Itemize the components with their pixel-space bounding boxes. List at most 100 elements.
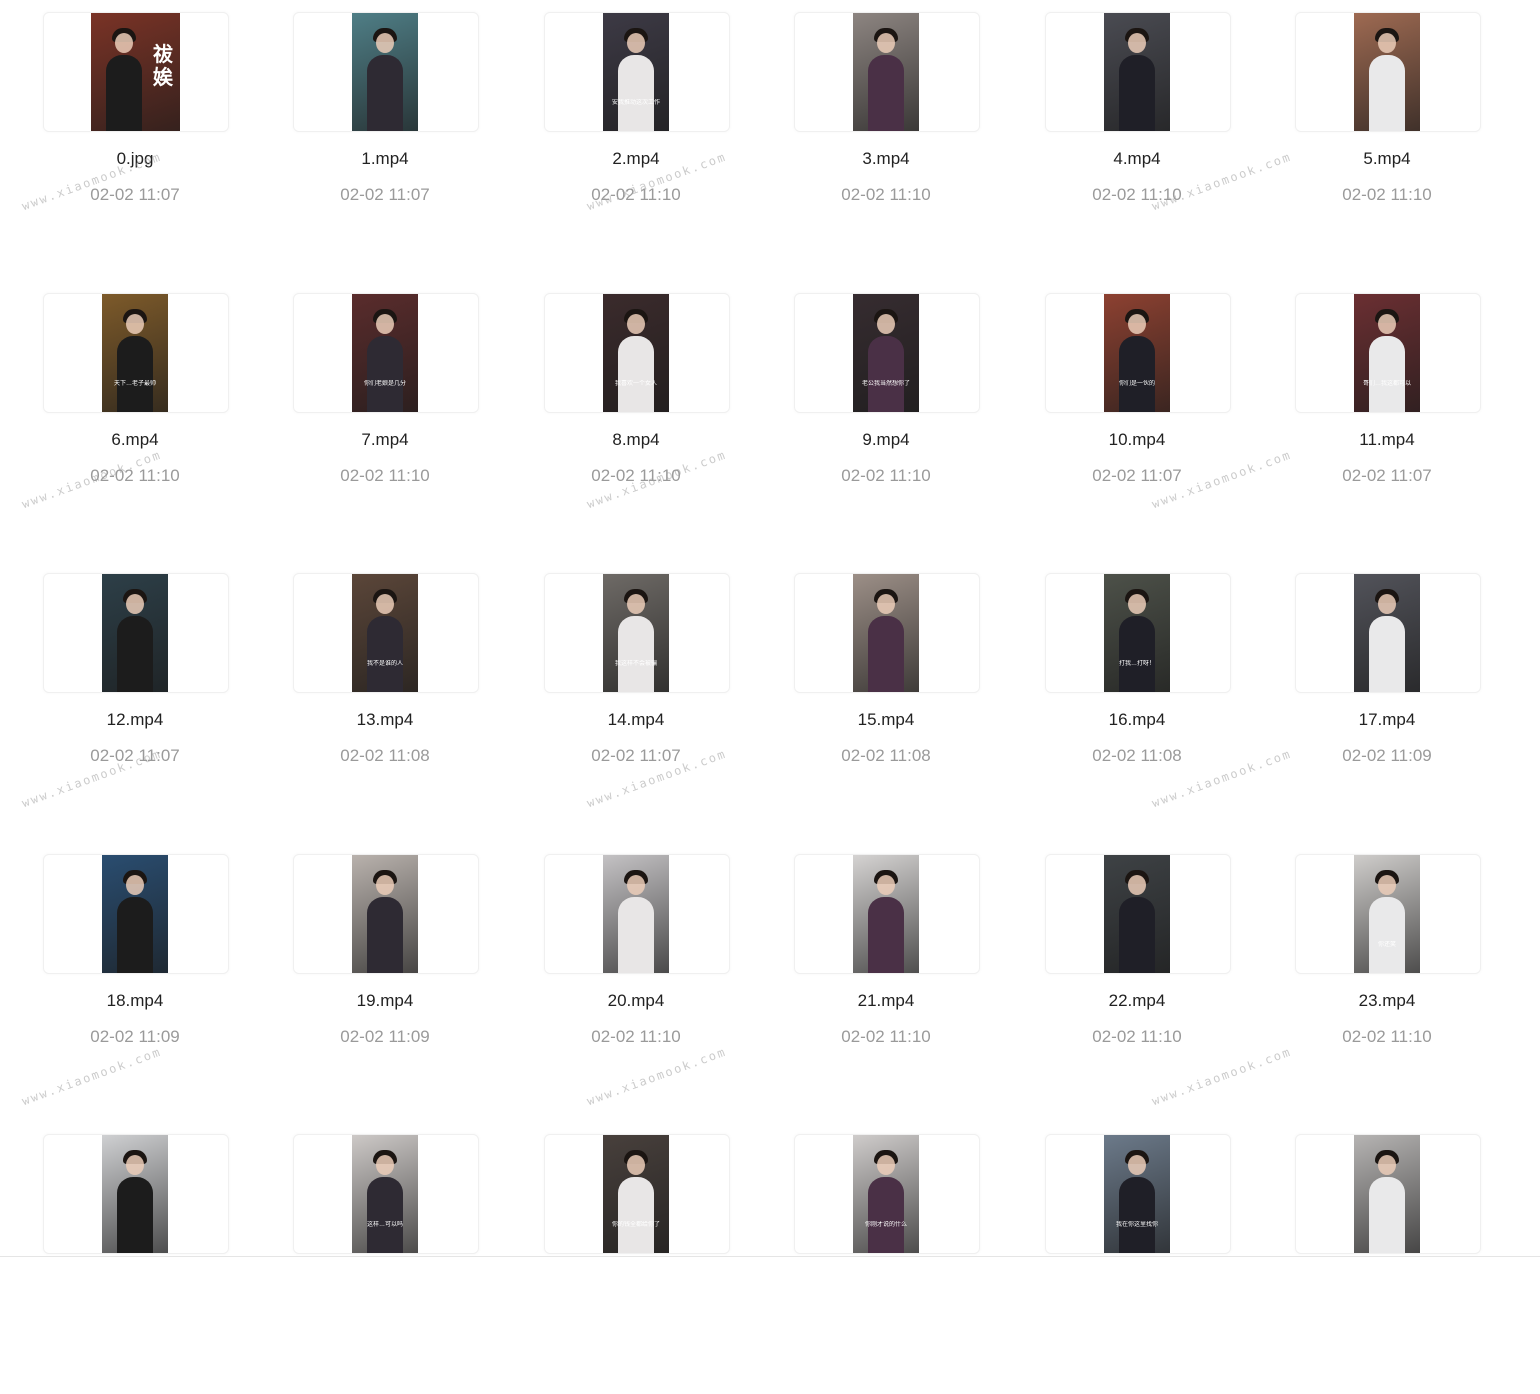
file-name[interactable]: 12.mp4 (28, 710, 242, 730)
file-item[interactable] (28, 1134, 268, 1394)
file-item[interactable]: 1.mp4 02-02 11:07 (278, 12, 518, 272)
file-thumbnail[interactable]: 你还笑 (1295, 854, 1481, 974)
file-name[interactable]: 10.mp4 (1030, 430, 1244, 450)
file-name[interactable]: 17.mp4 (1280, 710, 1494, 730)
video-thumbnail: 我不是谁的人 (352, 574, 418, 692)
file-item[interactable]: 我不是谁的人 13.mp4 02-02 11:08 (278, 573, 518, 833)
file-thumbnail[interactable]: 安我推动这次工作 (544, 12, 730, 132)
file-item[interactable]: 我在你这里找你 (1030, 1134, 1270, 1394)
file-item[interactable]: 我这样不会被骗 14.mp4 02-02 11:07 (529, 573, 769, 833)
file-thumbnail[interactable] (544, 854, 730, 974)
file-thumbnail[interactable] (43, 854, 229, 974)
file-thumbnail[interactable]: 我不是谁的人 (293, 573, 479, 693)
file-item[interactable]: 19.mp4 02-02 11:09 (278, 854, 518, 1114)
file-item[interactable]: 安我推动这次工作 2.mp4 02-02 11:10 (529, 12, 769, 272)
file-thumbnail[interactable]: 老公我当然想你了 (794, 293, 980, 413)
file-thumbnail[interactable]: 我在你这里找你 (1045, 1134, 1231, 1254)
file-name[interactable]: 19.mp4 (278, 991, 492, 1011)
file-name[interactable]: 20.mp4 (529, 991, 743, 1011)
file-item[interactable]: 天下…老子最帅 6.mp4 02-02 11:10 (28, 293, 268, 553)
file-item[interactable]: 老公我当然想你了 9.mp4 02-02 11:10 (779, 293, 1019, 553)
file-item[interactable]: 21.mp4 02-02 11:10 (779, 854, 1019, 1114)
file-modified-time: 02-02 11:09 (1342, 746, 1432, 765)
video-subtitle: 安我推动这次工作 (611, 100, 660, 106)
file-name[interactable]: 9.mp4 (779, 430, 993, 450)
file-item[interactable]: 5.mp4 02-02 11:10 (1280, 12, 1520, 272)
person-silhouette-body (367, 55, 403, 131)
file-thumbnail[interactable] (1295, 573, 1481, 693)
file-name[interactable]: 0.jpg (28, 149, 242, 169)
file-name[interactable]: 11.mp4 (1280, 430, 1494, 450)
file-item[interactable]: 你们是一伙的 10.mp4 02-02 11:07 (1030, 293, 1270, 553)
person-silhouette-head (877, 1155, 895, 1175)
file-thumbnail[interactable] (43, 573, 229, 693)
person-silhouette-body (1369, 55, 1405, 131)
file-name[interactable]: 2.mp4 (529, 149, 743, 169)
file-name[interactable]: 13.mp4 (278, 710, 492, 730)
file-name[interactable]: 8.mp4 (529, 430, 743, 450)
video-thumbnail: 安我推动这次工作 (603, 13, 669, 131)
file-item[interactable]: 打我…打呀！ 16.mp4 02-02 11:08 (1030, 573, 1270, 833)
file-item[interactable]: 你刚才说的什么 (779, 1134, 1019, 1394)
file-thumbnail[interactable]: 哥们…我这都可以 (1295, 293, 1481, 413)
file-thumbnail[interactable]: 我这样不会被骗 (544, 573, 730, 693)
file-item[interactable] (1280, 1134, 1520, 1394)
file-name[interactable]: 15.mp4 (779, 710, 993, 730)
file-thumbnail[interactable]: 你们是一伙的 (1045, 293, 1231, 413)
person-silhouette-body (1369, 336, 1405, 412)
file-thumbnail[interactable] (794, 573, 980, 693)
file-item[interactable]: 你的钱全都给你了 (529, 1134, 769, 1394)
file-item[interactable]: 你们老娘是几分 7.mp4 02-02 11:10 (278, 293, 518, 553)
video-thumbnail (1104, 13, 1170, 131)
file-item[interactable]: 哥们…我这都可以 11.mp4 02-02 11:07 (1280, 293, 1520, 553)
file-thumbnail[interactable]: 你们老娘是几分 (293, 293, 479, 413)
file-thumbnail[interactable] (794, 12, 980, 132)
file-name[interactable]: 23.mp4 (1280, 991, 1494, 1011)
file-thumbnail[interactable] (1295, 12, 1481, 132)
file-item[interactable]: 这样…可以吗 (278, 1134, 518, 1394)
file-name[interactable]: 22.mp4 (1030, 991, 1244, 1011)
file-name[interactable]: 6.mp4 (28, 430, 242, 450)
person-silhouette-body (618, 616, 654, 692)
file-name[interactable]: 21.mp4 (779, 991, 993, 1011)
file-item[interactable]: 22.mp4 02-02 11:10 (1030, 854, 1270, 1114)
file-name[interactable]: 3.mp4 (779, 149, 993, 169)
file-item[interactable]: 17.mp4 02-02 11:09 (1280, 573, 1520, 833)
person-silhouette-body (618, 336, 654, 412)
person-silhouette-body (1369, 897, 1405, 973)
file-name[interactable]: 7.mp4 (278, 430, 492, 450)
file-name[interactable]: 1.mp4 (278, 149, 492, 169)
file-item[interactable]: 你还笑 23.mp4 02-02 11:10 (1280, 854, 1520, 1114)
person-silhouette-head (627, 314, 645, 334)
file-item[interactable]: 3.mp4 02-02 11:10 (779, 12, 1019, 272)
file-name[interactable]: 16.mp4 (1030, 710, 1244, 730)
file-item[interactable]: 祓娭 0.jpg 02-02 11:07 (28, 12, 268, 272)
file-thumbnail[interactable]: 打我…打呀！ (1045, 573, 1231, 693)
file-thumbnail[interactable] (794, 854, 980, 974)
file-thumbnail[interactable]: 你刚才说的什么 (794, 1134, 980, 1254)
file-item[interactable]: 12.mp4 02-02 11:07 (28, 573, 268, 833)
file-thumbnail[interactable]: 我喜欢一个女人 (544, 293, 730, 413)
file-item[interactable]: 4.mp4 02-02 11:10 (1030, 12, 1270, 272)
file-thumbnail[interactable] (293, 854, 479, 974)
file-name[interactable]: 14.mp4 (529, 710, 743, 730)
file-thumbnail[interactable] (1045, 12, 1231, 132)
file-thumbnail[interactable]: 这样…可以吗 (293, 1134, 479, 1254)
person-silhouette-body (618, 1177, 654, 1253)
file-name[interactable]: 4.mp4 (1030, 149, 1244, 169)
person-silhouette-head (1378, 314, 1396, 334)
file-name[interactable]: 18.mp4 (28, 991, 242, 1011)
file-item[interactable]: 15.mp4 02-02 11:08 (779, 573, 1019, 833)
file-thumbnail[interactable] (1045, 854, 1231, 974)
file-item[interactable]: 我喜欢一个女人 8.mp4 02-02 11:10 (529, 293, 769, 553)
file-thumbnail[interactable]: 天下…老子最帅 (43, 293, 229, 413)
file-thumbnail[interactable] (1295, 1134, 1481, 1254)
file-item[interactable]: 18.mp4 02-02 11:09 (28, 854, 268, 1114)
file-thumbnail[interactable] (293, 12, 479, 132)
file-name[interactable]: 5.mp4 (1280, 149, 1494, 169)
file-thumbnail[interactable] (43, 1134, 229, 1254)
file-thumbnail[interactable]: 祓娭 (43, 12, 229, 132)
file-thumbnail[interactable]: 你的钱全都给你了 (544, 1134, 730, 1254)
file-item[interactable]: 20.mp4 02-02 11:10 (529, 854, 769, 1114)
person-silhouette-body (1119, 55, 1155, 131)
